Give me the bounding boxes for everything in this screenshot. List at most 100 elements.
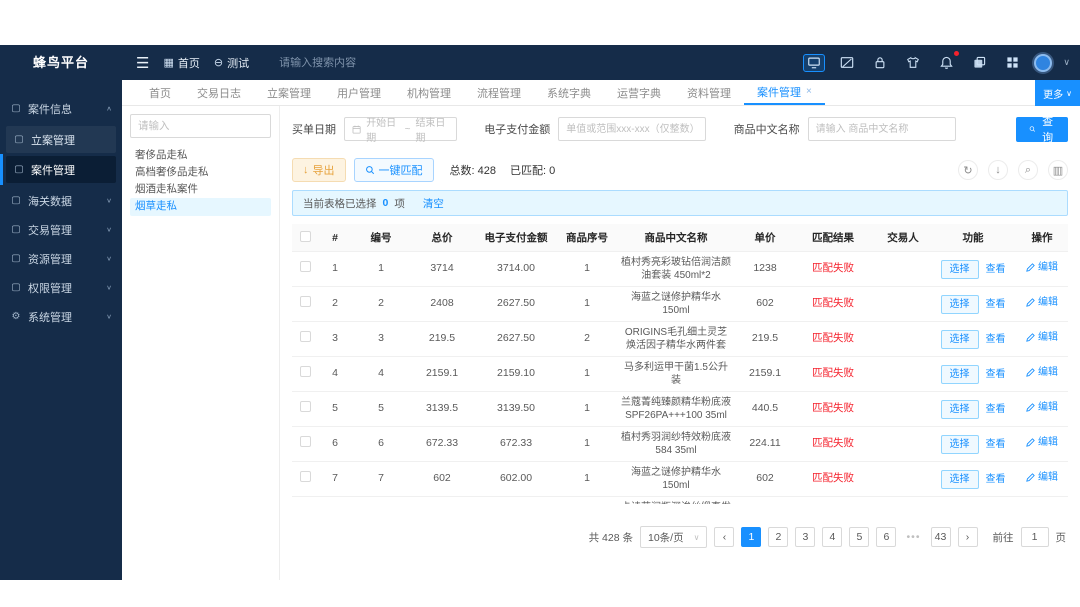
case-type-search-input[interactable] (130, 114, 271, 138)
date-range-picker[interactable]: 开始日期 ~ 结束日期 (344, 117, 457, 144)
sidebar-subitem-case-filing[interactable]: ▢ 立案管理 (6, 126, 116, 153)
tab-case-management[interactable]: 案件管理 × (744, 80, 825, 105)
row-checkbox[interactable] (299, 331, 311, 343)
row-checkbox[interactable] (299, 436, 311, 448)
sidebar-subitem-case-management[interactable]: ▢ 案件管理 (0, 154, 116, 185)
edit-link[interactable]: 编辑 (1026, 436, 1058, 449)
tab-user-management[interactable]: 用户管理 (324, 80, 394, 105)
case-type-tobacco[interactable]: 烟草走私 (130, 198, 271, 216)
edit-link[interactable]: 编辑 (1026, 471, 1058, 484)
name-filter-label: 商品中文名称 (733, 124, 800, 136)
clear-selection-link[interactable]: 清空 (423, 196, 444, 211)
select-all-checkbox[interactable] (299, 230, 311, 242)
amount-filter-input[interactable] (558, 117, 707, 141)
case-type-tobacco-alcohol[interactable]: 烟酒走私案件 (130, 181, 271, 198)
edit-link[interactable]: 编辑 (1026, 366, 1058, 379)
notification-bell-icon[interactable] (935, 50, 960, 72)
page-button[interactable]: 5 (849, 527, 870, 547)
chevron-down-icon: ∨ (106, 254, 112, 263)
view-link[interactable]: 查看 (986, 298, 1006, 311)
hamburger-menu-icon[interactable]: ☰ (136, 54, 149, 72)
tab-system-dict[interactable]: 系统字典 (534, 80, 604, 105)
sidebar-item-case-info[interactable]: ▢ 案件信息 ∧ (0, 94, 122, 123)
case-type-highend-luxury[interactable]: 高档奢侈品走私 (130, 164, 271, 181)
lock-icon[interactable] (869, 54, 891, 72)
chevron-down-icon[interactable]: ∨ (1063, 57, 1070, 68)
column-setting-icon[interactable]: ▥ (1048, 160, 1068, 180)
global-search-input[interactable] (279, 56, 430, 69)
selection-alert: 当前表格已选择 0 项 清空 (292, 190, 1068, 216)
tab-org-management[interactable]: 机构管理 (394, 80, 464, 105)
select-button[interactable]: 选择 (940, 364, 979, 384)
tab-case-filing[interactable]: 立案管理 (254, 80, 324, 105)
row-checkbox[interactable] (299, 261, 311, 273)
select-button[interactable]: 选择 (940, 259, 979, 279)
row-checkbox[interactable] (299, 296, 311, 308)
view-link[interactable]: 查看 (986, 263, 1006, 276)
edit-link[interactable]: 编辑 (1026, 401, 1058, 414)
refresh-icon[interactable]: ↻ (958, 160, 978, 180)
edit-link[interactable]: 编辑 (1026, 331, 1058, 344)
select-button[interactable]: 选择 (940, 294, 979, 314)
view-link[interactable]: 查看 (986, 438, 1006, 451)
edit-link[interactable]: 编辑 (1026, 261, 1058, 274)
view-link[interactable]: 查看 (986, 368, 1006, 381)
tab-process-management[interactable]: 流程管理 (464, 80, 534, 105)
export-button[interactable]: ↓ 导出 (292, 158, 346, 182)
close-icon[interactable]: × (806, 86, 812, 97)
tabs-more-button[interactable]: 更多 ∨ (1035, 80, 1080, 106)
goto-page-input[interactable] (1020, 527, 1049, 547)
page-button[interactable]: 43 (930, 527, 951, 547)
edit-link[interactable]: 编辑 (1026, 296, 1058, 309)
prev-page-button[interactable]: ‹ (714, 527, 735, 547)
screenshot-icon[interactable] (836, 54, 858, 72)
search-button[interactable]: 查询 (1015, 116, 1068, 144)
tab-data-management[interactable]: 资料管理 (674, 80, 744, 105)
main-column: ☰ ▦ 首页 ⊖ 测试 请输入搜索内容 ∨ 首页 交易日志 立案管理 用户管理 … (122, 45, 1080, 580)
sidebar-item-system-management[interactable]: ⚙ 系统管理 ∨ (0, 302, 122, 331)
sidebar-item-transaction-management[interactable]: ▢ 交易管理 ∨ (0, 215, 122, 244)
view-link[interactable]: 查看 (986, 333, 1006, 346)
user-avatar[interactable] (1034, 53, 1053, 72)
sidebar-item-resource-management[interactable]: ▢ 资源管理 ∨ (0, 244, 122, 273)
one-click-match-button[interactable]: 一键匹配 (353, 158, 434, 182)
topnav-test[interactable]: ⊖ 测试 (214, 55, 249, 71)
select-button[interactable]: 选择 (940, 399, 979, 419)
tab-operation-dict[interactable]: 运营字典 (604, 80, 674, 105)
display-icon[interactable] (803, 53, 826, 72)
cell-product-name: 植村秀羽润纱特效粉底液 584 35ml (616, 426, 736, 462)
page-size-select[interactable]: 10条/页 ∨ (640, 526, 708, 548)
case-type-luxury[interactable]: 奢侈品走私 (130, 147, 271, 164)
page-button[interactable]: 2 (768, 527, 789, 547)
selection-suffix: 项 (394, 197, 405, 210)
tab-home[interactable]: 首页 (136, 80, 184, 105)
theme-skin-icon[interactable] (902, 54, 924, 72)
sidebar-item-permission-management[interactable]: ▢ 权限管理 ∨ (0, 273, 122, 302)
case-type-list: 奢侈品走私 高档奢侈品走私 烟酒走私案件 烟草走私 (130, 147, 271, 216)
select-button[interactable]: 选择 (940, 329, 979, 349)
page-button[interactable]: 3 (795, 527, 816, 547)
apps-grid-icon[interactable] (1001, 54, 1023, 72)
page-button[interactable]: 4 (822, 527, 843, 547)
view-link[interactable]: 查看 (986, 403, 1006, 416)
sidebar-item-customs-data[interactable]: ▢ 海关数据 ∨ (0, 186, 122, 215)
next-page-button[interactable]: › (957, 527, 978, 547)
sidebar-menu: ▢ 案件信息 ∧ ▢ 立案管理 ▢ 案件管理 ▢ 海关数据 ∨ ▢ 交易管理 ∨ ▢ 资源管理 ∨ ▢ 权限管理 ∨… (0, 80, 122, 331)
main-panel: 买单日期 开始日期 ~ 结束日期 电子支付金额 商品中文名称 (280, 106, 1080, 580)
row-checkbox[interactable] (299, 471, 311, 483)
cell-total-price: 2159.1 (410, 356, 474, 392)
select-button[interactable]: 选择 (940, 469, 979, 489)
tab-label: 资料管理 (687, 87, 731, 100)
name-filter-input[interactable] (807, 117, 956, 141)
fullscreen-icon[interactable]: ⌕ (1018, 160, 1038, 180)
copy-icon[interactable] (968, 54, 990, 72)
select-button[interactable]: 选择 (940, 434, 979, 454)
topnav-home[interactable]: ▦ 首页 (163, 55, 199, 71)
row-checkbox[interactable] (299, 366, 311, 378)
density-icon[interactable]: ↓ (988, 160, 1008, 180)
page-button[interactable]: 1 (741, 527, 762, 547)
row-checkbox[interactable] (299, 401, 311, 413)
view-link[interactable]: 查看 (986, 473, 1006, 486)
tab-transaction-log[interactable]: 交易日志 (184, 80, 254, 105)
page-button[interactable]: 6 (876, 527, 897, 547)
